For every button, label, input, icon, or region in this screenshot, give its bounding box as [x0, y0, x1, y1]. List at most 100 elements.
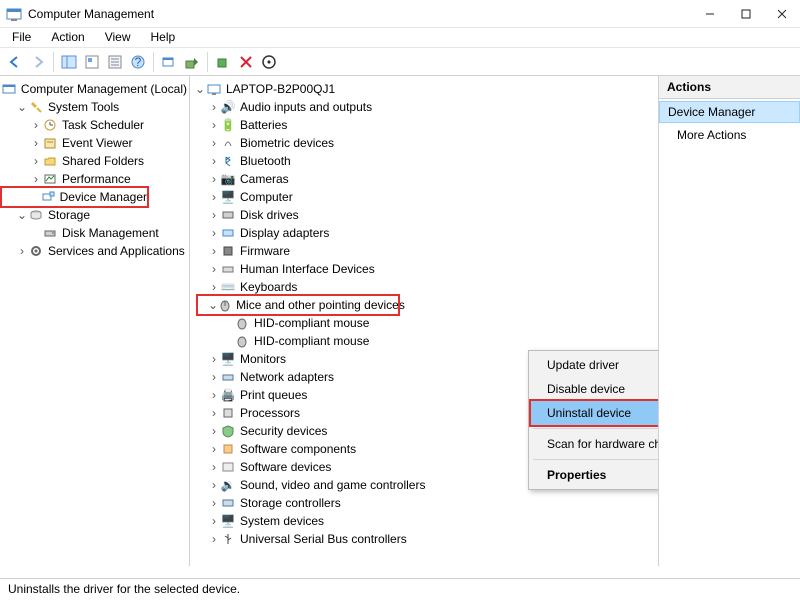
cat-system-devices[interactable]: ›🖥️System devices [194, 512, 654, 530]
cat-cameras[interactable]: ›📷Cameras [194, 170, 654, 188]
chip-icon [220, 243, 236, 259]
tree-services[interactable]: › Services and Applications [2, 242, 187, 260]
ctx-disable-device[interactable]: Disable device [531, 377, 658, 401]
storage-icon [28, 207, 44, 223]
tree-task-scheduler-label: Task Scheduler [62, 118, 144, 132]
sound-icon: 🔉 [220, 477, 236, 493]
hdd-icon [220, 207, 236, 223]
update-driver-button[interactable] [181, 51, 203, 73]
tree-root[interactable]: Computer Management (Local) [2, 80, 187, 98]
maximize-button[interactable] [728, 0, 764, 28]
expand-icon[interactable]: ⌄ [16, 100, 28, 114]
tree-event-viewer[interactable]: › Event Viewer [2, 134, 187, 152]
device-root[interactable]: ⌄ LAPTOP-B2P00QJ1 [194, 80, 654, 98]
cat-mice[interactable]: ⌄ Mice and other pointing devices [198, 296, 398, 314]
hid-icon [220, 261, 236, 277]
ctx-separator [533, 459, 658, 460]
cat-storage-controllers[interactable]: ›Storage controllers [194, 494, 654, 512]
shield-icon [220, 423, 236, 439]
options-button[interactable] [104, 51, 126, 73]
tree-shared-folders-label: Shared Folders [62, 154, 144, 168]
fingerprint-icon [220, 135, 236, 151]
enable-device-button[interactable] [212, 51, 234, 73]
close-button[interactable] [764, 0, 800, 28]
uninstall-device-button[interactable] [235, 51, 257, 73]
ctx-uninstall-device[interactable]: Uninstall device [531, 401, 658, 425]
status-bar: Uninstalls the driver for the selected d… [0, 578, 800, 600]
toolbar: ? [0, 48, 800, 76]
expand-icon[interactable]: › [30, 118, 42, 132]
menu-action[interactable]: Action [45, 28, 90, 47]
cat-bluetooth[interactable]: ›Bluetooth [194, 152, 654, 170]
cat-audio[interactable]: ›🔊Audio inputs and outputs [194, 98, 654, 116]
tree-storage[interactable]: ⌄ Storage [2, 206, 187, 224]
tree-device-manager-label: Device Manager [60, 190, 147, 204]
scan-hardware-button[interactable] [158, 51, 180, 73]
actions-selected[interactable]: Device Manager [659, 101, 800, 123]
cat-keyboards[interactable]: ›⌨️Keyboards [194, 278, 654, 296]
back-button[interactable] [4, 51, 26, 73]
app-icon [6, 6, 22, 22]
ctx-scan-hardware[interactable]: Scan for hardware changes [531, 432, 658, 456]
expand-icon[interactable]: › [30, 136, 42, 150]
left-tree[interactable]: Computer Management (Local) ⌄ System Too… [0, 76, 190, 566]
expand-icon[interactable]: ⌄ [16, 208, 28, 222]
tree-disk-mgmt-label: Disk Management [62, 226, 159, 240]
monitor-icon: 🖥️ [220, 351, 236, 367]
menu-view[interactable]: View [99, 28, 137, 47]
expand-icon[interactable]: › [16, 244, 28, 258]
cat-usb[interactable]: ›Universal Serial Bus controllers [194, 530, 654, 548]
show-hide-tree-button[interactable] [58, 51, 80, 73]
expand-icon[interactable]: › [30, 172, 42, 186]
expand-icon[interactable]: › [30, 154, 42, 168]
cat-disk[interactable]: ›Disk drives [194, 206, 654, 224]
tree-disk-management[interactable]: Disk Management [2, 224, 187, 242]
cat-batteries[interactable]: ›🔋Batteries [194, 116, 654, 134]
tree-system-tools-label: System Tools [48, 100, 119, 114]
expand-icon[interactable]: ⌄ [194, 82, 206, 96]
minimize-button[interactable] [692, 0, 728, 28]
tools-icon [28, 99, 44, 115]
cat-computer[interactable]: ›🖥️Computer [194, 188, 654, 206]
ctx-properties[interactable]: Properties [531, 463, 658, 487]
device-mouse-1[interactable]: HID-compliant mouse [194, 314, 654, 332]
tree-event-viewer-label: Event Viewer [62, 136, 132, 150]
tree-shared-folders[interactable]: › Shared Folders [2, 152, 187, 170]
disk-icon [42, 225, 58, 241]
computer-mgmt-icon [2, 81, 17, 97]
cat-biometric[interactable]: ›Biometric devices [194, 134, 654, 152]
help-button[interactable]: ? [127, 51, 149, 73]
ctx-update-driver[interactable]: Update driver [531, 353, 658, 377]
actions-pane: Actions Device Manager More Actions [658, 76, 800, 566]
tree-device-manager[interactable]: Device Manager [2, 188, 147, 206]
ctx-separator [533, 428, 658, 429]
computer-icon [206, 81, 222, 97]
tree-performance[interactable]: › Performance [2, 170, 187, 188]
disable-device-button[interactable] [258, 51, 280, 73]
tree-system-tools[interactable]: ⌄ System Tools [2, 98, 187, 116]
actions-header: Actions [659, 76, 800, 99]
actions-more[interactable]: More Actions [659, 125, 800, 145]
properties-button[interactable] [81, 51, 103, 73]
cat-display[interactable]: ›Display adapters [194, 224, 654, 242]
camera-icon: 📷 [220, 171, 236, 187]
menu-bar: File Action View Help [0, 28, 800, 48]
component-icon [220, 441, 236, 457]
cpu-icon [220, 405, 236, 421]
device-tree[interactable]: ⌄ LAPTOP-B2P00QJ1 ›🔊Audio inputs and out… [190, 76, 658, 566]
tree-task-scheduler[interactable]: › Task Scheduler [2, 116, 187, 134]
clock-icon [42, 117, 58, 133]
menu-file[interactable]: File [6, 28, 37, 47]
device-root-label: LAPTOP-B2P00QJ1 [226, 82, 335, 96]
storage-ctrl-icon [220, 495, 236, 511]
usb-icon [220, 531, 236, 547]
device-mouse-2[interactable]: HID-compliant mouse [194, 332, 654, 350]
gpu-icon [220, 225, 236, 241]
cat-firmware[interactable]: ›Firmware [194, 242, 654, 260]
menu-help[interactable]: Help [145, 28, 182, 47]
services-icon [28, 243, 44, 259]
cat-hid[interactable]: ›Human Interface Devices [194, 260, 654, 278]
svg-text:?: ? [135, 55, 142, 69]
title-bar: Computer Management [0, 0, 800, 28]
forward-button[interactable] [27, 51, 49, 73]
